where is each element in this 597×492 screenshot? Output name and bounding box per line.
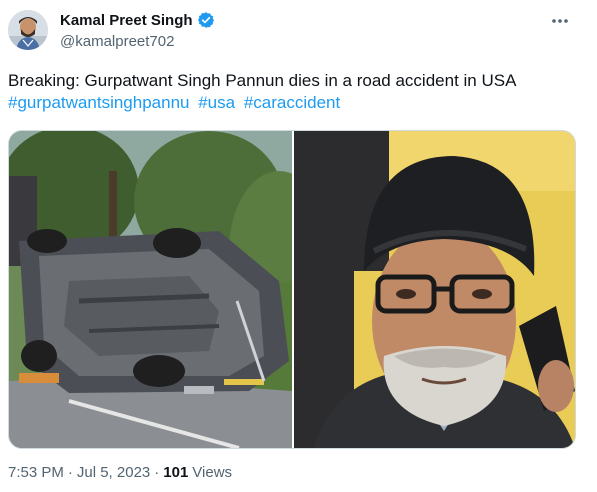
tweet-meta: 7:53 PM · Jul 5, 2023 · 101 Views — [8, 464, 232, 481]
hashtag-link[interactable]: #gurpatwantsinghpannu — [8, 93, 189, 112]
tweet-media — [8, 130, 576, 449]
verified-badge-icon[interactable] — [197, 11, 215, 29]
meta-separator: · — [67, 464, 73, 481]
avatar[interactable] — [8, 10, 48, 50]
media-photo-portrait[interactable] — [294, 131, 575, 448]
more-options-icon[interactable] — [549, 10, 571, 32]
tweet-text: Breaking: Gurpatwant Singh Pannun dies i… — [8, 70, 583, 114]
author-name-row: Kamal Preet Singh — [60, 11, 215, 29]
hashtag-link[interactable]: #caraccident — [244, 93, 340, 112]
views-label: Views — [192, 464, 233, 481]
meta-separator: · — [154, 464, 160, 481]
tweet-date[interactable]: Jul 5, 2023 — [77, 464, 150, 481]
hashtag-list: #gurpatwantsinghpannu #usa #caraccident — [8, 92, 583, 114]
author-display-name[interactable]: Kamal Preet Singh — [60, 12, 193, 29]
views-count: 101 — [163, 464, 189, 481]
tweet-card: Kamal Preet Singh @kamalpreet702 Breakin… — [0, 0, 597, 492]
avatar-image — [8, 10, 48, 50]
author-handle[interactable]: @kamalpreet702 — [60, 33, 174, 50]
tweet-time[interactable]: 7:53 PM — [8, 464, 64, 481]
tweet-body: Breaking: Gurpatwant Singh Pannun dies i… — [8, 71, 517, 90]
hashtag-link[interactable]: #usa — [198, 93, 235, 112]
media-photo-car-accident[interactable] — [9, 131, 329, 448]
